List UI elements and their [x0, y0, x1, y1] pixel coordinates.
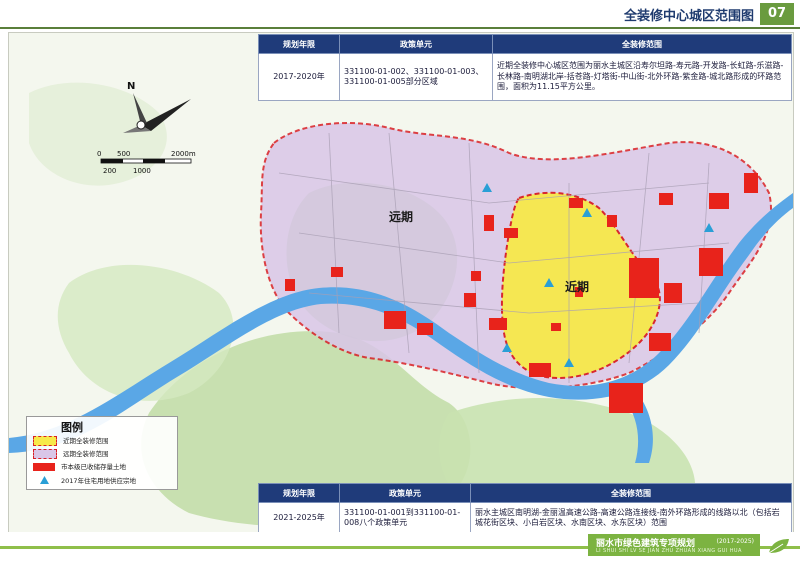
footer-brand: 丽水市绿色建筑专项规划 (2017-2025) LI SHUI SHI LV S… — [588, 534, 760, 556]
legend-swatch-yellow — [33, 436, 57, 446]
legend-item-near: 近期全装修范围 — [33, 435, 109, 446]
page-title: 全装修中心城区范围图 — [623, 9, 754, 24]
cell-units: 331100-01-002、331100-01-003、331100-01-00… — [339, 53, 493, 101]
col-years: 规划年限 — [258, 483, 340, 503]
legend-label: 远期全装修范围 — [63, 450, 109, 458]
legend-label: 近期全装修范围 — [63, 437, 109, 445]
map-legend: 图例 近期全装修范围 远期全装修范围 市本级已收储存量土地 2017年住宅用地供… — [26, 416, 178, 490]
parcel — [659, 193, 673, 205]
policy-table-far: 规划年限 政策单元 全装修范围 2021-2025年 331100-01-001… — [258, 483, 792, 534]
col-units: 政策单元 — [339, 483, 471, 503]
scale-bar — [100, 158, 192, 164]
page-header: 全装修中心城区范围图 07 — [0, 0, 800, 28]
parcel — [569, 198, 583, 208]
parcel — [285, 279, 295, 291]
leaf-logo-icon — [766, 536, 792, 556]
parcel — [417, 323, 433, 335]
near-term-label: 近期 — [565, 279, 589, 294]
parcel — [471, 271, 481, 281]
cell-scope: 丽水主城区南明湖-金丽温高速公路-高速公路连接线-南外环路形成的线路以北（包括岩… — [470, 502, 792, 534]
triangle-icon — [33, 476, 55, 486]
parcel — [709, 193, 729, 209]
cell-years: 2017-2020年 — [258, 53, 340, 101]
parcel — [464, 293, 476, 307]
table-row: 2021-2025年 331100-01-001到331100-01-008八个… — [258, 502, 792, 534]
footer-year: (2017-2025) — [716, 538, 754, 545]
table-row: 2017-2020年 331100-01-002、331100-01-003、3… — [258, 53, 792, 101]
legend-title: 图例 — [61, 421, 83, 434]
parcel — [629, 258, 659, 298]
parcel — [607, 215, 617, 227]
parcel — [664, 283, 682, 303]
north-label: N — [127, 81, 135, 92]
legend-label: 市本级已收储存量土地 — [61, 463, 126, 471]
table-header-row: 规划年限 政策单元 全装修范围 — [258, 483, 792, 503]
parcel — [384, 311, 406, 329]
col-years: 规划年限 — [258, 34, 340, 54]
col-scope: 全装修范围 — [492, 34, 792, 54]
parcel — [529, 363, 551, 377]
scale-label-1000: 1000 — [133, 167, 151, 175]
page-number: 07 — [760, 3, 794, 25]
parcel — [649, 333, 671, 351]
col-scope: 全装修范围 — [470, 483, 792, 503]
parcel — [489, 318, 507, 330]
parcel — [504, 228, 518, 238]
cell-units: 331100-01-001到331100-01-008八个政策单元 — [339, 502, 471, 534]
far-term-label: 远期 — [389, 209, 413, 224]
legend-swatch-red — [33, 463, 55, 471]
cell-scope: 近期全装修中心城区范围为丽水主城区沿寿尔坦路-寿元路-开发路-长虹路-乐滋路-长… — [492, 53, 792, 101]
policy-table-near: 规划年限 政策单元 全装修范围 2017-2020年 331100-01-002… — [258, 34, 792, 101]
scale-label-2000: 2000m — [171, 150, 196, 158]
parcel — [699, 248, 723, 276]
table-header-row: 规划年限 政策单元 全装修范围 — [258, 34, 792, 54]
parcel — [484, 215, 494, 231]
parcel — [609, 383, 643, 413]
footer-subtitle: LI SHUI SHI LV SE JIAN ZHU ZHUAN XIANG G… — [596, 548, 742, 554]
legend-item-far: 远期全装修范围 — [33, 448, 109, 459]
legend-swatch-purple — [33, 449, 57, 459]
parcel — [551, 323, 561, 331]
scale-label-500: 500 — [117, 150, 130, 158]
scale-label-0: 0 — [97, 150, 101, 158]
cell-years: 2021-2025年 — [258, 502, 340, 534]
legend-item-supply: 2017年住宅用地供应宗地 — [33, 475, 136, 486]
legend-label: 2017年住宅用地供应宗地 — [61, 477, 137, 485]
scale-label-200: 200 — [103, 167, 116, 175]
col-units: 政策单元 — [339, 34, 493, 54]
parcel — [744, 173, 758, 193]
parcel — [331, 267, 343, 277]
legend-item-stored: 市本级已收储存量土地 — [33, 461, 126, 471]
header-divider — [0, 27, 800, 29]
